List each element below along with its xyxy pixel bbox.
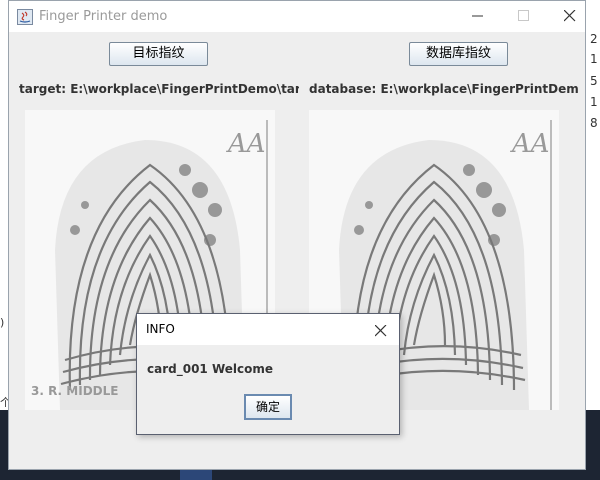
fingerprint-caption: 3. R. MIDDLE [31, 384, 118, 398]
background-right-strip: 2 1 5 1 8 [586, 0, 600, 480]
dialog-title: INFO [146, 322, 175, 336]
dialog-close-button[interactable] [374, 322, 387, 341]
info-dialog: INFO card_001 Welcome 确定 [136, 313, 400, 435]
database-path-label: database: E:\workplace\FingerPrintDemo\d… [309, 82, 579, 96]
minimize-icon [472, 15, 483, 17]
background-text: 8 [590, 116, 598, 130]
ok-button[interactable]: 确定 [244, 394, 292, 420]
fingerprint-corner-mark: AA [510, 129, 550, 159]
background-text: 1 [590, 95, 598, 109]
window-title: Finger Printer demo [39, 9, 168, 24]
dialog-message: card_001 Welcome [147, 362, 274, 376]
background-text: 2 [590, 32, 598, 46]
target-fingerprint-button[interactable]: 目标指纹 [109, 42, 208, 66]
dialog-title-bar[interactable]: INFO [137, 314, 399, 345]
background-left-strip: ) 个 [0, 0, 11, 480]
background-text: 1 [590, 52, 598, 66]
background-text: 5 [590, 74, 598, 88]
background-text: ) [0, 316, 5, 329]
minimize-button[interactable] [455, 1, 501, 32]
maximize-button[interactable] [501, 1, 547, 32]
java-app-icon [17, 9, 33, 25]
title-bar[interactable]: Finger Printer demo [9, 1, 585, 32]
close-button[interactable] [547, 1, 593, 32]
close-icon [374, 324, 387, 337]
maximize-icon [518, 10, 529, 21]
database-fingerprint-button[interactable]: 数据库指纹 [409, 42, 508, 66]
close-icon [564, 10, 576, 22]
target-path-label: target: E:\workplace\FingerPrintDemo\tar… [19, 82, 299, 96]
fingerprint-corner-mark: AA [226, 129, 266, 159]
